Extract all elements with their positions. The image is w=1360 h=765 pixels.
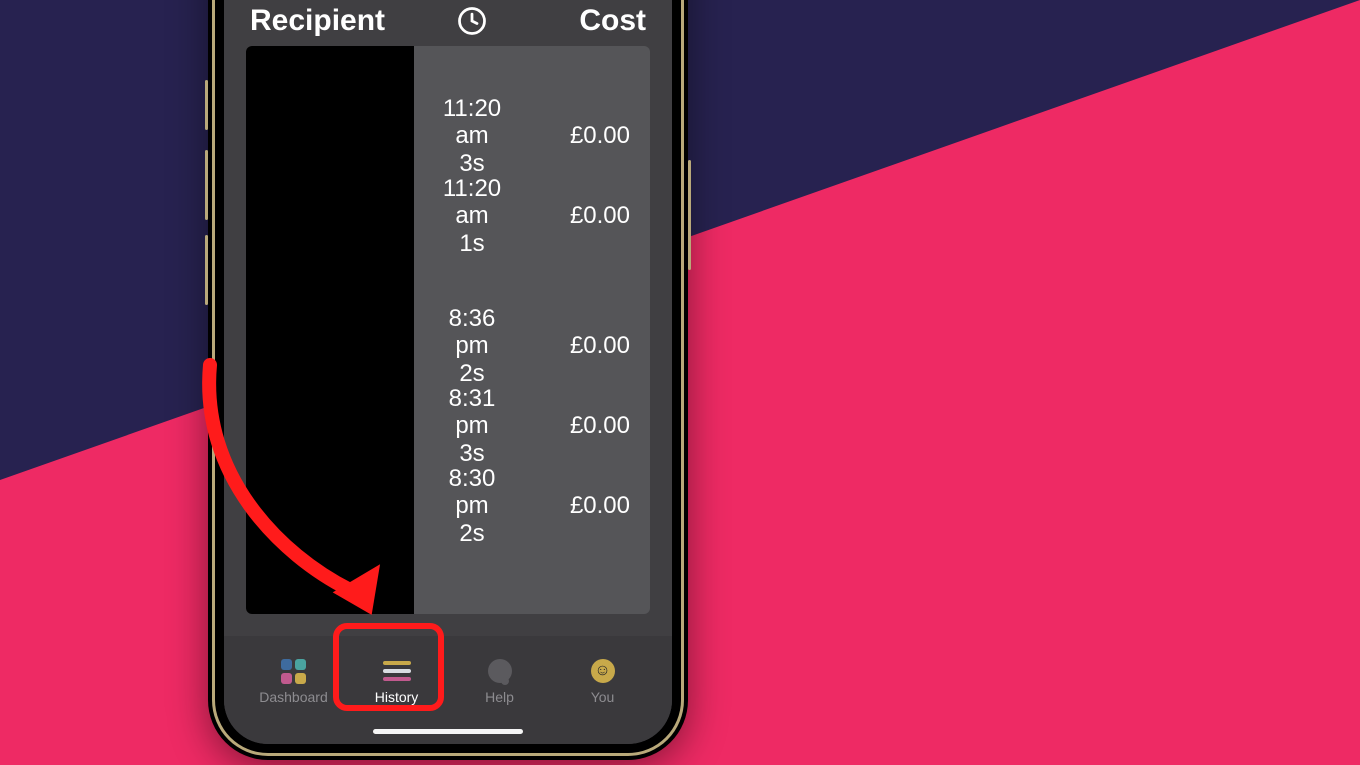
header-recipient: Recipient [250,4,418,38]
header-cost: Cost [526,4,646,38]
tab-label: Help [485,689,514,705]
call-time: 8:30 pm [449,465,496,520]
tab-history[interactable]: History [345,659,448,705]
tab-label: You [591,689,615,705]
header-time [418,6,526,36]
call-cost: £0.00 [510,412,630,440]
tab-label: History [375,689,419,705]
tutorial-backdrop: Recipient Cost 11:20 am3s £0.00 [0,0,1360,765]
history-icon [383,659,411,683]
help-icon [486,659,514,683]
call-time: 8:31 pm [449,385,496,440]
call-duration: 1s [434,230,510,258]
phone-side-button [205,150,208,220]
dashboard-icon [280,659,308,683]
home-indicator[interactable] [373,729,523,734]
you-icon: ☺ [589,659,617,683]
bottom-tab-bar: Dashboard History Help [224,636,672,744]
call-cost: £0.00 [510,202,630,230]
phone-side-button [205,80,208,130]
call-time: 11:20 am [443,95,501,150]
recipient-redaction-mask [246,46,414,614]
phone-side-button [205,235,208,305]
phone-side-button [688,160,691,270]
tab-help[interactable]: Help [448,659,551,705]
call-cost: £0.00 [510,332,630,360]
call-duration: 2s [434,520,510,548]
tab-dashboard[interactable]: Dashboard [242,659,345,705]
call-time: 11:20 am [443,175,501,230]
call-duration: 3s [434,440,510,468]
call-cost: £0.00 [510,122,630,150]
call-duration: 2s [434,360,510,388]
call-cost: £0.00 [510,492,630,520]
call-time: 8:36 pm [449,305,496,360]
call-duration: 3s [434,150,510,178]
app-screen: Recipient Cost 11:20 am3s £0.00 [224,0,672,744]
clock-icon [457,6,487,36]
tab-label: Dashboard [259,689,328,705]
history-column-headers: Recipient Cost [224,4,672,38]
tab-you[interactable]: ☺ You [551,659,654,705]
phone-frame: Recipient Cost 11:20 am3s £0.00 [208,0,688,760]
history-list-panel[interactable]: 11:20 am3s £0.00 11:20 am1s £0.00 8:36 p… [246,46,650,614]
